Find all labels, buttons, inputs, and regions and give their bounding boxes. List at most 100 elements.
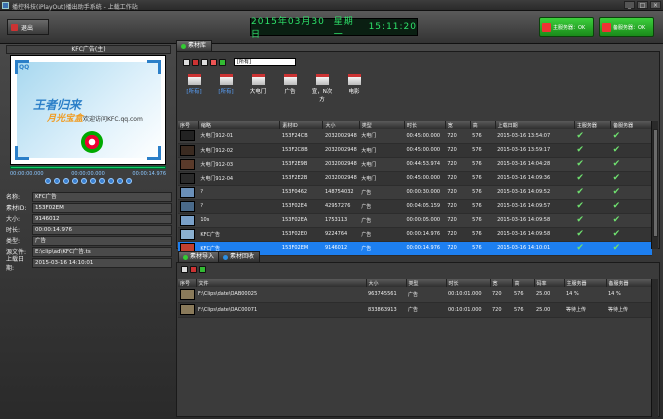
column-header[interactable]: 高: [470, 121, 496, 129]
category-item[interactable]: [所有]: [215, 74, 237, 103]
category-item[interactable]: 大电门: [247, 74, 269, 103]
column-header[interactable]: 文件: [196, 279, 367, 287]
column-header[interactable]: 备服务器: [610, 121, 652, 129]
seek-bar[interactable]: [10, 166, 166, 169]
go-start-button[interactable]: [45, 178, 51, 184]
column-header[interactable]: 大小: [366, 279, 407, 287]
column-header[interactable]: 序号: [178, 279, 197, 287]
column-header[interactable]: 主服务器: [564, 279, 607, 287]
minimize-button[interactable]: _: [624, 1, 635, 9]
tab-material-library[interactable]: 素材库: [176, 40, 213, 51]
check-icon: ✔: [612, 187, 621, 197]
file-icon: [180, 304, 195, 315]
backup-server-status-button[interactable]: 备服务器：OK: [599, 17, 654, 37]
column-header[interactable]: 缩略: [198, 121, 281, 129]
table-row[interactable]: 大电门912-01 153F24CB 2032002948 大电门 00:45:00.0…: [178, 129, 652, 144]
exit-label: 退出: [21, 24, 34, 32]
folder-icon: [347, 74, 361, 85]
column-header[interactable]: 主服务器: [574, 121, 612, 129]
remove-icon[interactable]: [210, 58, 217, 66]
column-header[interactable]: 类型: [359, 121, 405, 129]
column-header[interactable]: 时长: [404, 121, 446, 129]
upload-panel: 序号 文件 大小 类型 时长宽高码率 主服务器 备服务器 F:\Clips\date\OAB0…: [176, 262, 660, 417]
remove-file-icon[interactable]: [190, 266, 197, 273]
play-button[interactable]: [72, 178, 78, 184]
info-value: 广告: [32, 235, 172, 246]
cell-type: 广告: [359, 185, 405, 200]
tab-upload[interactable]: 素材导入: [178, 251, 221, 262]
check-icon: ✔: [576, 145, 584, 155]
icon-cell: [178, 302, 196, 318]
column-header[interactable]: 序号: [178, 121, 199, 129]
start-upload-icon[interactable]: [199, 266, 206, 273]
table-row[interactable]: 大电门912-03 153F2E9B 2032002948 大电门 00:44:53.9…: [178, 157, 652, 172]
add-file-icon[interactable]: [181, 266, 188, 273]
category-label: 大电门: [249, 89, 267, 95]
upload-row[interactable]: F:\Clips\date\OAC00071 833863913 广告 00:10:0…: [178, 302, 652, 318]
video-site-text: 欢迎访问KFC.qq.com: [83, 116, 143, 123]
category-label: 宣，N次方: [311, 89, 333, 103]
category-item[interactable]: 宣，N次方: [311, 74, 333, 103]
column-header[interactable]: 宽: [445, 121, 471, 129]
maximize-button[interactable]: □: [637, 1, 648, 9]
volume-button[interactable]: [126, 178, 132, 184]
upload-scrollbar[interactable]: [651, 279, 658, 417]
exit-button[interactable]: 退出: [7, 19, 49, 35]
check-icon: ✔: [576, 187, 584, 197]
column-header[interactable]: 码率: [534, 279, 565, 287]
forward-button[interactable]: [99, 178, 105, 184]
category-filter-input[interactable]: [所有]: [234, 58, 296, 66]
column-header[interactable]: 备服务器: [606, 279, 653, 287]
table-row[interactable]: 10s 153F02EA 1753113 广告 00:00:05.000 720 576 20…: [178, 213, 652, 228]
column-header[interactable]: 宽: [490, 279, 513, 287]
cell-size: 2032002948: [322, 157, 360, 172]
check-icon: ✔: [612, 145, 621, 155]
category-item[interactable]: 电影: [343, 74, 365, 103]
app-window: 播控科技(iPlayOut)播出助手系统 - 上载工作站 _ □ × 退出 20…: [0, 0, 663, 419]
main-server-status-button[interactable]: 主服务器：OK: [539, 17, 594, 37]
prev-frame-button[interactable]: [54, 178, 60, 184]
cell-w: 720: [490, 287, 512, 303]
column-header[interactable]: 大小: [322, 121, 360, 129]
category-item[interactable]: [所有]: [183, 74, 205, 103]
cell-dur: 00:00:14.976: [404, 227, 446, 242]
delete-icon[interactable]: [192, 58, 199, 66]
table-row[interactable]: KFC广告 153F02E0 9224764 广告 00:00:14.976 720 576…: [178, 227, 652, 242]
material-scrollbar[interactable]: [651, 121, 658, 249]
pause-button[interactable]: [81, 178, 87, 184]
column-header[interactable]: 类型: [406, 279, 447, 287]
check-icon: ✔: [576, 159, 584, 169]
server-status-cell: ✔: [574, 199, 611, 214]
thumb-cell: [178, 171, 199, 186]
column-header[interactable]: 素材ID: [279, 121, 324, 129]
table-row[interactable]: 大电门912-02 153F2C8B 2032002948 大电门 00:45:00.0…: [178, 143, 652, 158]
edit-icon[interactable]: [201, 58, 208, 66]
go-end-button[interactable]: [117, 178, 123, 184]
next-frame-button[interactable]: [108, 178, 114, 184]
info-label: 上载日期:: [6, 255, 25, 272]
thumb-cell: [178, 213, 199, 228]
cell-type: 广告: [359, 241, 405, 256]
folder-icon: [251, 74, 265, 85]
category-item[interactable]: 广告: [279, 74, 301, 103]
column-header[interactable]: 时长: [446, 279, 491, 287]
tab-recycle[interactable]: 素材回收: [218, 251, 261, 262]
date-time-display: 2015年03月30日 星期一 15:11:20: [250, 17, 418, 40]
column-header[interactable]: 高: [512, 279, 535, 287]
table-row[interactable]: 大电门912-04 153F2E2B 2032002948 大电门 00:45:00.0…: [178, 171, 652, 186]
stop-button[interactable]: [90, 178, 96, 184]
upload-row[interactable]: F:\Clips\date\OAB00025 963745561 广告 00:10:0…: [178, 287, 652, 303]
column-header[interactable]: 上载日期: [495, 121, 575, 129]
refresh-icon[interactable]: [219, 58, 226, 66]
new-icon[interactable]: [183, 58, 190, 66]
rewind-button[interactable]: [63, 178, 69, 184]
cell-type: 广告: [406, 302, 446, 318]
server-status-cell: ✔: [610, 213, 652, 228]
table-row[interactable]: ? 153F02E4 42957276 广告 00:04:05.159 720 576 201…: [178, 199, 652, 214]
table-row[interactable]: ? 153F0462 148754032 广告 00:00:30.000 720 576 20…: [178, 185, 652, 200]
cell-size: 2032002948: [322, 171, 360, 186]
upload-toolbar: [181, 266, 206, 273]
time-current: 00:00:00.000: [71, 171, 105, 177]
cell-type: 广告: [359, 199, 405, 214]
close-button[interactable]: ×: [650, 1, 661, 9]
